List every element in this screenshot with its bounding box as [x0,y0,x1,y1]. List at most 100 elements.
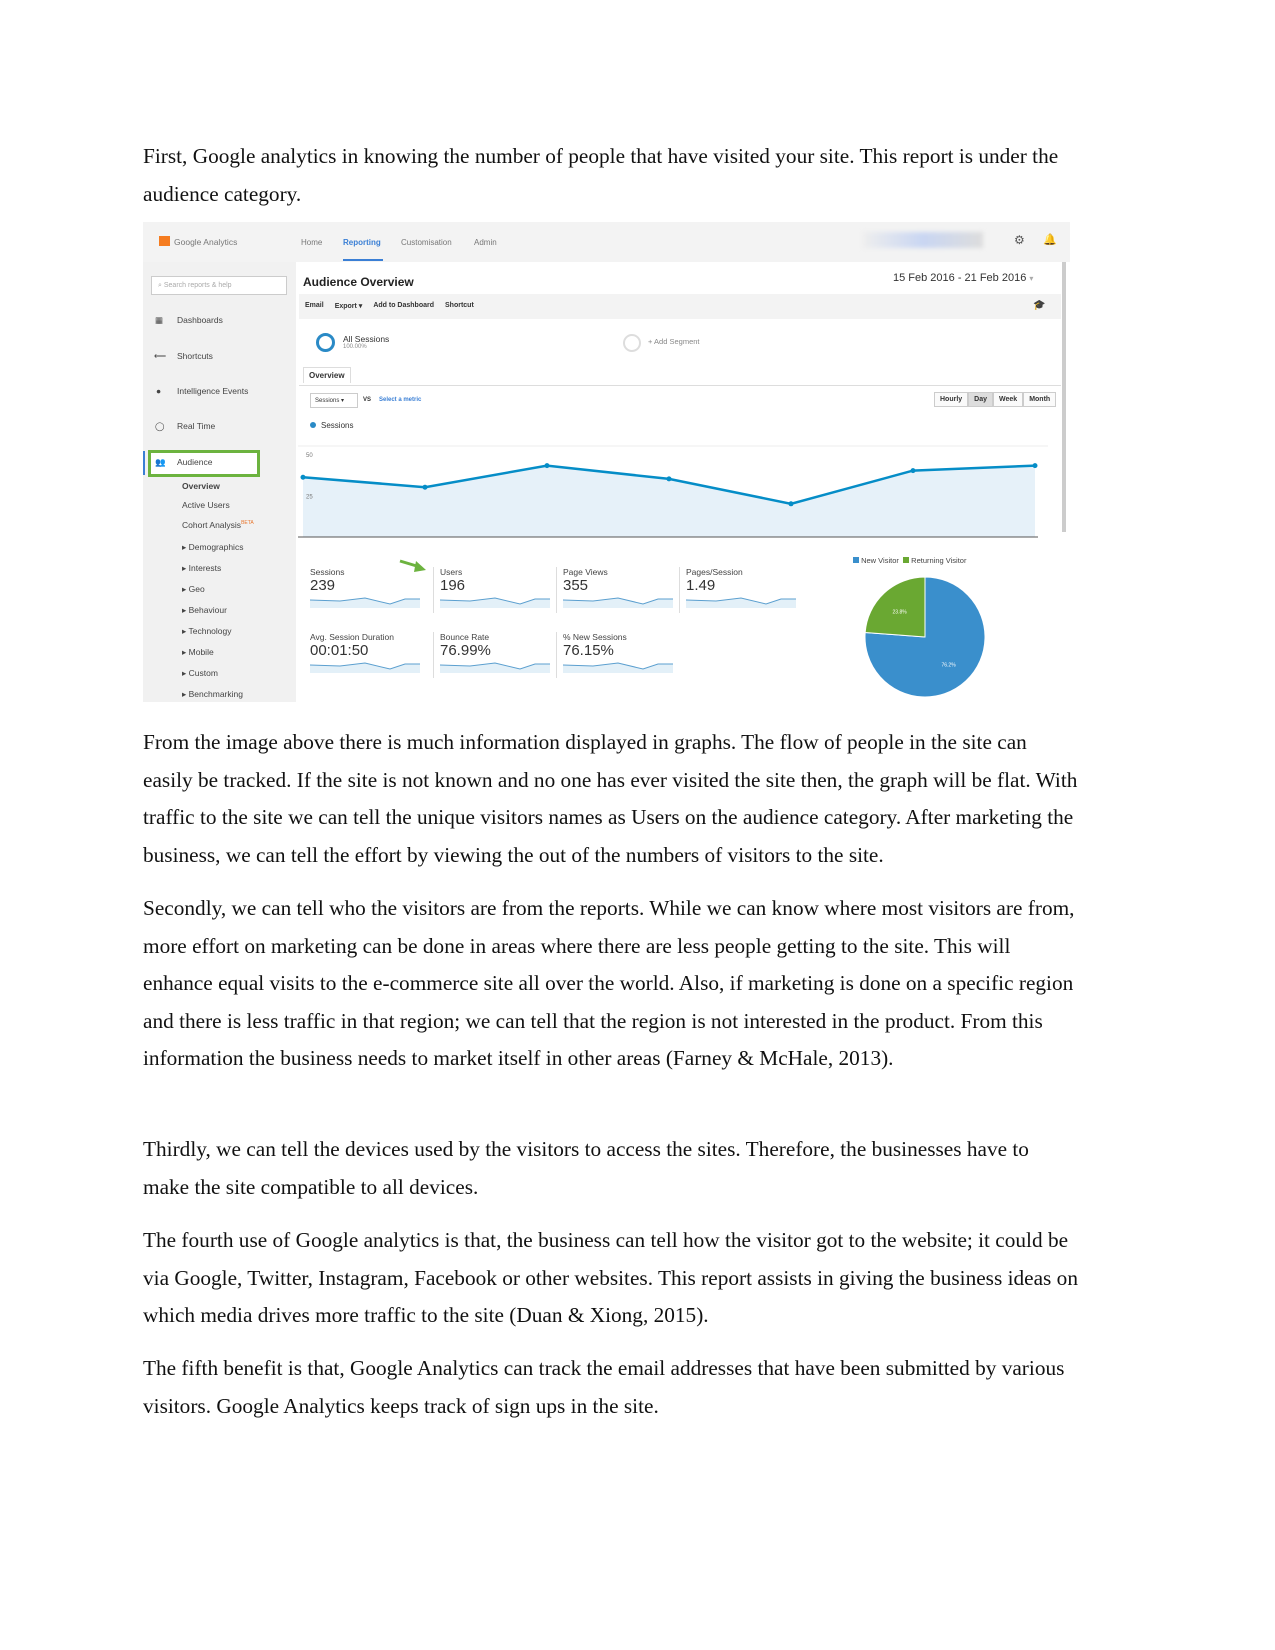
sidebar-item-dashboards[interactable]: Dashboards [177,315,223,325]
paragraph-4: Thirdly, we can tell the devices used by… [143,1137,1029,1199]
nav-customisation[interactable]: Customisation [401,238,452,247]
sessions-legend-label: Sessions [321,421,354,430]
pie-slice-returning [864,576,926,638]
gear-icon[interactable]: ⚙ [1014,233,1025,247]
kpi-value: 76.99% [440,642,491,659]
email-button[interactable]: Email [305,302,324,310]
segment-donut-icon [316,333,335,352]
kpi-label: Page Views [563,567,608,577]
group-benchmarking[interactable]: ▸ Benchmarking [182,689,243,702]
kpi-label: Pages/Session [686,567,743,577]
kpi-label: Users [440,567,463,577]
ga-brand: Google Analytics [174,237,238,247]
kpi-sparkline [685,597,796,608]
group-demographics[interactable]: ▸ Demographics [182,542,243,563]
group-label: Interests [188,563,222,573]
ga-screenshot: Google Analytics Home Reporting Customis… [143,222,1070,702]
group-custom[interactable]: ▸ Custom [182,668,243,689]
kpi-bounce-rate[interactable]: Bounce Rate 76.99% [433,632,552,678]
kpi-value: 196 [440,577,466,594]
day-button[interactable]: Day [968,392,994,407]
add-segment-button[interactable]: + Add Segment [648,337,700,346]
data-point [544,463,550,469]
paragraph-2: From the image above there is much infor… [143,730,1078,867]
month-button[interactable]: Month [1023,392,1057,407]
shortcut-button[interactable]: Shortcut [445,302,474,310]
legend-returning-visitor: Returning Visitor [911,556,967,565]
select-metric-link[interactable]: Select a metric [379,397,421,403]
document-page: First, Google analytics in knowing the n… [0,0,1275,1650]
kpi-value: 355 [563,577,589,594]
account-blurred [863,232,983,248]
bell-icon[interactable]: 🔔 [1043,233,1057,246]
pie-legend: New Visitor Returning Visitor [853,556,966,565]
paragraph-3: Secondly, we can tell who the visitors a… [143,896,1075,1071]
kpi-sessions[interactable]: Sessions 239 [309,567,422,613]
search-placeholder: Search reports & help [163,282,232,289]
nav-home[interactable]: Home [301,238,322,247]
hourly-button[interactable]: Hourly [934,392,969,407]
legend-swatch-new [853,557,859,563]
audience-groups: ▸ Demographics ▸ Interests ▸ Geo ▸ Behav… [182,542,243,702]
paragraph-5: The fourth use of Google analytics is th… [143,1228,1078,1328]
segment-name: All Sessions [343,334,390,344]
actions: Email Export ▾ Add to Dashboard Shortcut [305,302,474,310]
kpi-sparkline [439,597,550,608]
data-point [1032,463,1038,469]
kpi-pages-session[interactable]: Pages/Session 1.49 [679,567,798,613]
group-behaviour[interactable]: ▸ Behaviour [182,605,243,626]
audience-cohort-analysis[interactable]: Cohort AnalysisBETA [182,520,254,530]
sidebar-item-intelligence-events[interactable]: Intelligence Events [177,386,248,396]
paragraph-1: First, Google analytics in knowing the n… [143,144,1059,206]
scrollbar[interactable] [1062,262,1066,532]
date-range-picker[interactable]: 15 Feb 2016 - 21 Feb 2016 ▾ [893,272,1033,284]
tab-overview[interactable]: Overview [303,367,351,383]
kpi-value: 00:01:50 [310,642,369,659]
y-tick-label: 50 [306,453,313,459]
group-label: Mobile [188,647,214,657]
sidebar-item-real-time[interactable]: Real Time [177,421,215,431]
area-fill [303,465,1035,537]
paragraph-6: The fifth benefit is that, Google Analyt… [143,1356,1065,1418]
group-interests[interactable]: ▸ Interests [182,563,243,584]
kpi-page-views[interactable]: Page Views 355 [556,567,675,613]
graduation-cap-icon[interactable]: 🎓 [1033,300,1045,311]
sidebar-item-shortcuts[interactable]: Shortcuts [177,351,213,361]
y-tick-label: 25 [306,495,313,501]
add-to-dashboard-button[interactable]: Add to Dashboard [373,302,434,310]
lightbulb-icon: ● [156,386,162,396]
metric-select[interactable]: Sessions ▾ [310,393,358,408]
sessions-line-chart: 5025...16 Feb17 Feb18 Feb19 Feb20 Feb21 … [298,445,1048,538]
pie-label: 23.8% [893,610,908,616]
export-button[interactable]: Export ▾ [335,302,363,310]
sessions-legend-dot [310,422,316,428]
week-button[interactable]: Week [993,392,1024,407]
nav-admin[interactable]: Admin [474,238,497,247]
kpi--new-sessions[interactable]: % New Sessions 76.15% [556,632,675,678]
kpi-label: Avg. Session Duration [310,632,394,642]
kpi-users[interactable]: Users 196 [433,567,552,613]
ga-logo-icon [159,236,170,246]
legend-new-visitor: New Visitor [861,556,899,565]
group-label: Benchmarking [188,689,243,699]
audience-active-users[interactable]: Active Users [182,500,230,510]
visitor-pie-chart: 76.2% 23.8% [864,576,986,698]
group-technology[interactable]: ▸ Technology [182,626,243,647]
group-label: Demographics [188,542,244,552]
audience-overview[interactable]: Overview [182,481,220,491]
group-geo[interactable]: ▸ Geo [182,584,243,605]
vs-label: VS [363,397,372,403]
page-title: Audience Overview [303,275,414,289]
kpi-avg-session-duration[interactable]: Avg. Session Duration 00:01:50 [309,632,422,678]
group-label: Geo [188,584,205,594]
nav-active-underline [343,259,383,261]
nav-reporting[interactable]: Reporting [343,238,381,247]
search-input[interactable]: ⌕ Search reports & help [151,276,287,295]
segment-pct: 100.00% [343,344,367,350]
granularity-toggle: Hourly Day Week Month [934,392,1057,407]
kpi-value: 1.49 [686,577,716,594]
kpi-label: % New Sessions [563,632,627,642]
kpi-sparkline [562,597,673,608]
sidebar-item-audience[interactable]: Audience [177,457,212,467]
group-mobile[interactable]: ▸ Mobile [182,647,243,668]
